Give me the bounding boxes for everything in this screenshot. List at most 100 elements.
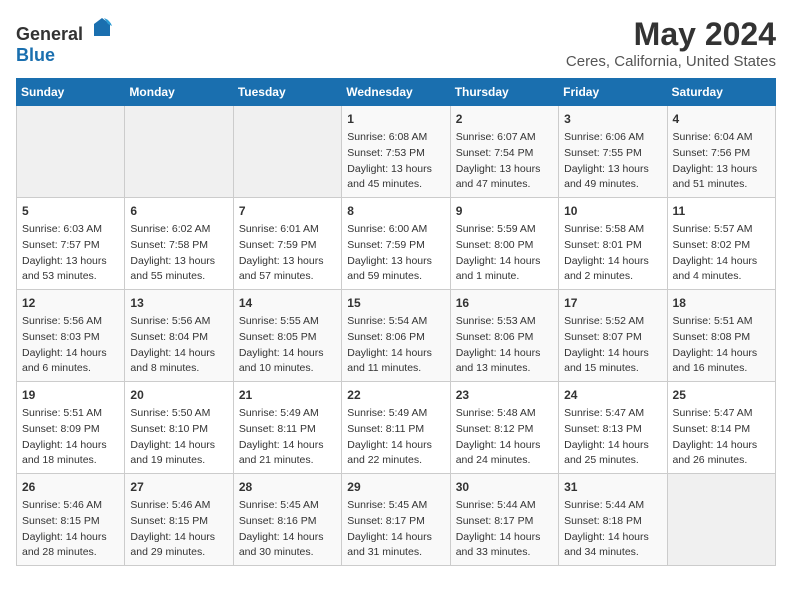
day-content-line: Sunrise: 6:07 AM <box>456 130 553 146</box>
day-content-line: Daylight: 14 hours <box>673 438 770 454</box>
day-content-line: Sunset: 8:06 PM <box>347 330 444 346</box>
day-content-line: Sunrise: 5:49 AM <box>347 406 444 422</box>
calendar-cell: 2Sunrise: 6:07 AMSunset: 7:54 PMDaylight… <box>450 106 558 198</box>
day-number: 20 <box>130 386 227 404</box>
day-number: 4 <box>673 110 770 128</box>
day-content-line: Sunrise: 6:04 AM <box>673 130 770 146</box>
day-content-line: and 47 minutes. <box>456 177 553 193</box>
logo-text-blue: Blue <box>16 45 55 65</box>
day-content-line: Sunset: 8:05 PM <box>239 330 336 346</box>
day-content-line: and 2 minutes. <box>564 269 661 285</box>
day-content-line: and 6 minutes. <box>22 361 119 377</box>
calendar-cell: 13Sunrise: 5:56 AMSunset: 8:04 PMDayligh… <box>125 290 233 382</box>
day-content-line: Sunset: 8:09 PM <box>22 422 119 438</box>
calendar-cell: 7Sunrise: 6:01 AMSunset: 7:59 PMDaylight… <box>233 198 341 290</box>
calendar-cell: 25Sunrise: 5:47 AMSunset: 8:14 PMDayligh… <box>667 382 775 474</box>
day-content-line: Sunrise: 5:58 AM <box>564 222 661 238</box>
day-content-line: Sunset: 7:53 PM <box>347 146 444 162</box>
day-content-line: Sunset: 8:11 PM <box>239 422 336 438</box>
calendar-cell: 14Sunrise: 5:55 AMSunset: 8:05 PMDayligh… <box>233 290 341 382</box>
day-content-line: Daylight: 13 hours <box>22 254 119 270</box>
day-header-tuesday: Tuesday <box>233 79 341 106</box>
day-content-line: Sunset: 7:57 PM <box>22 238 119 254</box>
day-number: 10 <box>564 202 661 220</box>
day-content-line: Sunrise: 6:02 AM <box>130 222 227 238</box>
day-number: 1 <box>347 110 444 128</box>
day-number: 18 <box>673 294 770 312</box>
calendar-cell: 1Sunrise: 6:08 AMSunset: 7:53 PMDaylight… <box>342 106 450 198</box>
logo: General Blue <box>16 16 114 66</box>
day-content-line: Daylight: 14 hours <box>456 254 553 270</box>
day-content-line: Sunset: 8:04 PM <box>130 330 227 346</box>
calendar-cell: 30Sunrise: 5:44 AMSunset: 8:17 PMDayligh… <box>450 474 558 566</box>
day-number: 7 <box>239 202 336 220</box>
day-content-line: Sunrise: 5:56 AM <box>130 314 227 330</box>
calendar-cell: 12Sunrise: 5:56 AMSunset: 8:03 PMDayligh… <box>17 290 125 382</box>
calendar-week-row: 5Sunrise: 6:03 AMSunset: 7:57 PMDaylight… <box>17 198 776 290</box>
day-content-line: Sunrise: 6:00 AM <box>347 222 444 238</box>
day-content-line: Sunrise: 5:51 AM <box>673 314 770 330</box>
calendar-cell: 20Sunrise: 5:50 AMSunset: 8:10 PMDayligh… <box>125 382 233 474</box>
day-number: 28 <box>239 478 336 496</box>
day-content-line: Sunrise: 5:45 AM <box>239 498 336 514</box>
day-content-line: Daylight: 14 hours <box>564 346 661 362</box>
day-content-line: Daylight: 14 hours <box>564 438 661 454</box>
day-content-line: Sunset: 8:06 PM <box>456 330 553 346</box>
calendar-cell: 16Sunrise: 5:53 AMSunset: 8:06 PMDayligh… <box>450 290 558 382</box>
day-content-line: Daylight: 14 hours <box>347 346 444 362</box>
day-header-saturday: Saturday <box>667 79 775 106</box>
day-content-line: Daylight: 14 hours <box>564 254 661 270</box>
day-content-line: Sunrise: 5:49 AM <box>239 406 336 422</box>
day-content-line: Sunrise: 6:01 AM <box>239 222 336 238</box>
calendar-cell: 3Sunrise: 6:06 AMSunset: 7:55 PMDaylight… <box>559 106 667 198</box>
day-content-line: and 18 minutes. <box>22 453 119 469</box>
day-content-line: Daylight: 14 hours <box>564 530 661 546</box>
day-number: 14 <box>239 294 336 312</box>
day-number: 23 <box>456 386 553 404</box>
calendar-cell <box>17 106 125 198</box>
day-number: 12 <box>22 294 119 312</box>
day-content-line: Sunset: 7:59 PM <box>239 238 336 254</box>
calendar-week-row: 19Sunrise: 5:51 AMSunset: 8:09 PMDayligh… <box>17 382 776 474</box>
day-content-line: Daylight: 14 hours <box>22 530 119 546</box>
calendar-cell: 5Sunrise: 6:03 AMSunset: 7:57 PMDaylight… <box>17 198 125 290</box>
day-content-line: and 21 minutes. <box>239 453 336 469</box>
calendar-week-row: 12Sunrise: 5:56 AMSunset: 8:03 PMDayligh… <box>17 290 776 382</box>
day-content-line: Daylight: 13 hours <box>564 162 661 178</box>
day-content-line: Sunrise: 6:06 AM <box>564 130 661 146</box>
calendar-cell: 29Sunrise: 5:45 AMSunset: 8:17 PMDayligh… <box>342 474 450 566</box>
day-number: 26 <box>22 478 119 496</box>
day-content-line: Daylight: 14 hours <box>22 438 119 454</box>
day-content-line: Daylight: 14 hours <box>130 438 227 454</box>
day-content-line: Sunrise: 5:52 AM <box>564 314 661 330</box>
calendar-cell: 27Sunrise: 5:46 AMSunset: 8:15 PMDayligh… <box>125 474 233 566</box>
day-number: 17 <box>564 294 661 312</box>
day-content-line: and 4 minutes. <box>673 269 770 285</box>
day-content-line: and 26 minutes. <box>673 453 770 469</box>
day-content-line: Sunset: 8:08 PM <box>673 330 770 346</box>
day-content-line: Daylight: 14 hours <box>239 438 336 454</box>
day-content-line: Sunrise: 5:47 AM <box>564 406 661 422</box>
calendar-week-row: 1Sunrise: 6:08 AMSunset: 7:53 PMDaylight… <box>17 106 776 198</box>
day-content-line: Sunset: 7:56 PM <box>673 146 770 162</box>
day-number: 31 <box>564 478 661 496</box>
day-content-line: and 55 minutes. <box>130 269 227 285</box>
day-content-line: Sunrise: 5:47 AM <box>673 406 770 422</box>
day-number: 21 <box>239 386 336 404</box>
day-content-line: Sunrise: 6:03 AM <box>22 222 119 238</box>
day-content-line: and 31 minutes. <box>347 545 444 561</box>
day-content-line: Sunrise: 5:55 AM <box>239 314 336 330</box>
day-content-line: Sunset: 8:15 PM <box>22 514 119 530</box>
day-content-line: and 49 minutes. <box>564 177 661 193</box>
day-number: 29 <box>347 478 444 496</box>
day-content-line: Sunrise: 5:59 AM <box>456 222 553 238</box>
day-content-line: Sunset: 8:15 PM <box>130 514 227 530</box>
day-content-line: and 13 minutes. <box>456 361 553 377</box>
day-header-wednesday: Wednesday <box>342 79 450 106</box>
calendar-cell: 28Sunrise: 5:45 AMSunset: 8:16 PMDayligh… <box>233 474 341 566</box>
calendar-cell: 22Sunrise: 5:49 AMSunset: 8:11 PMDayligh… <box>342 382 450 474</box>
day-content-line: Sunrise: 5:56 AM <box>22 314 119 330</box>
day-content-line: Sunrise: 5:45 AM <box>347 498 444 514</box>
calendar-cell: 26Sunrise: 5:46 AMSunset: 8:15 PMDayligh… <box>17 474 125 566</box>
day-content-line: Sunset: 8:14 PM <box>673 422 770 438</box>
